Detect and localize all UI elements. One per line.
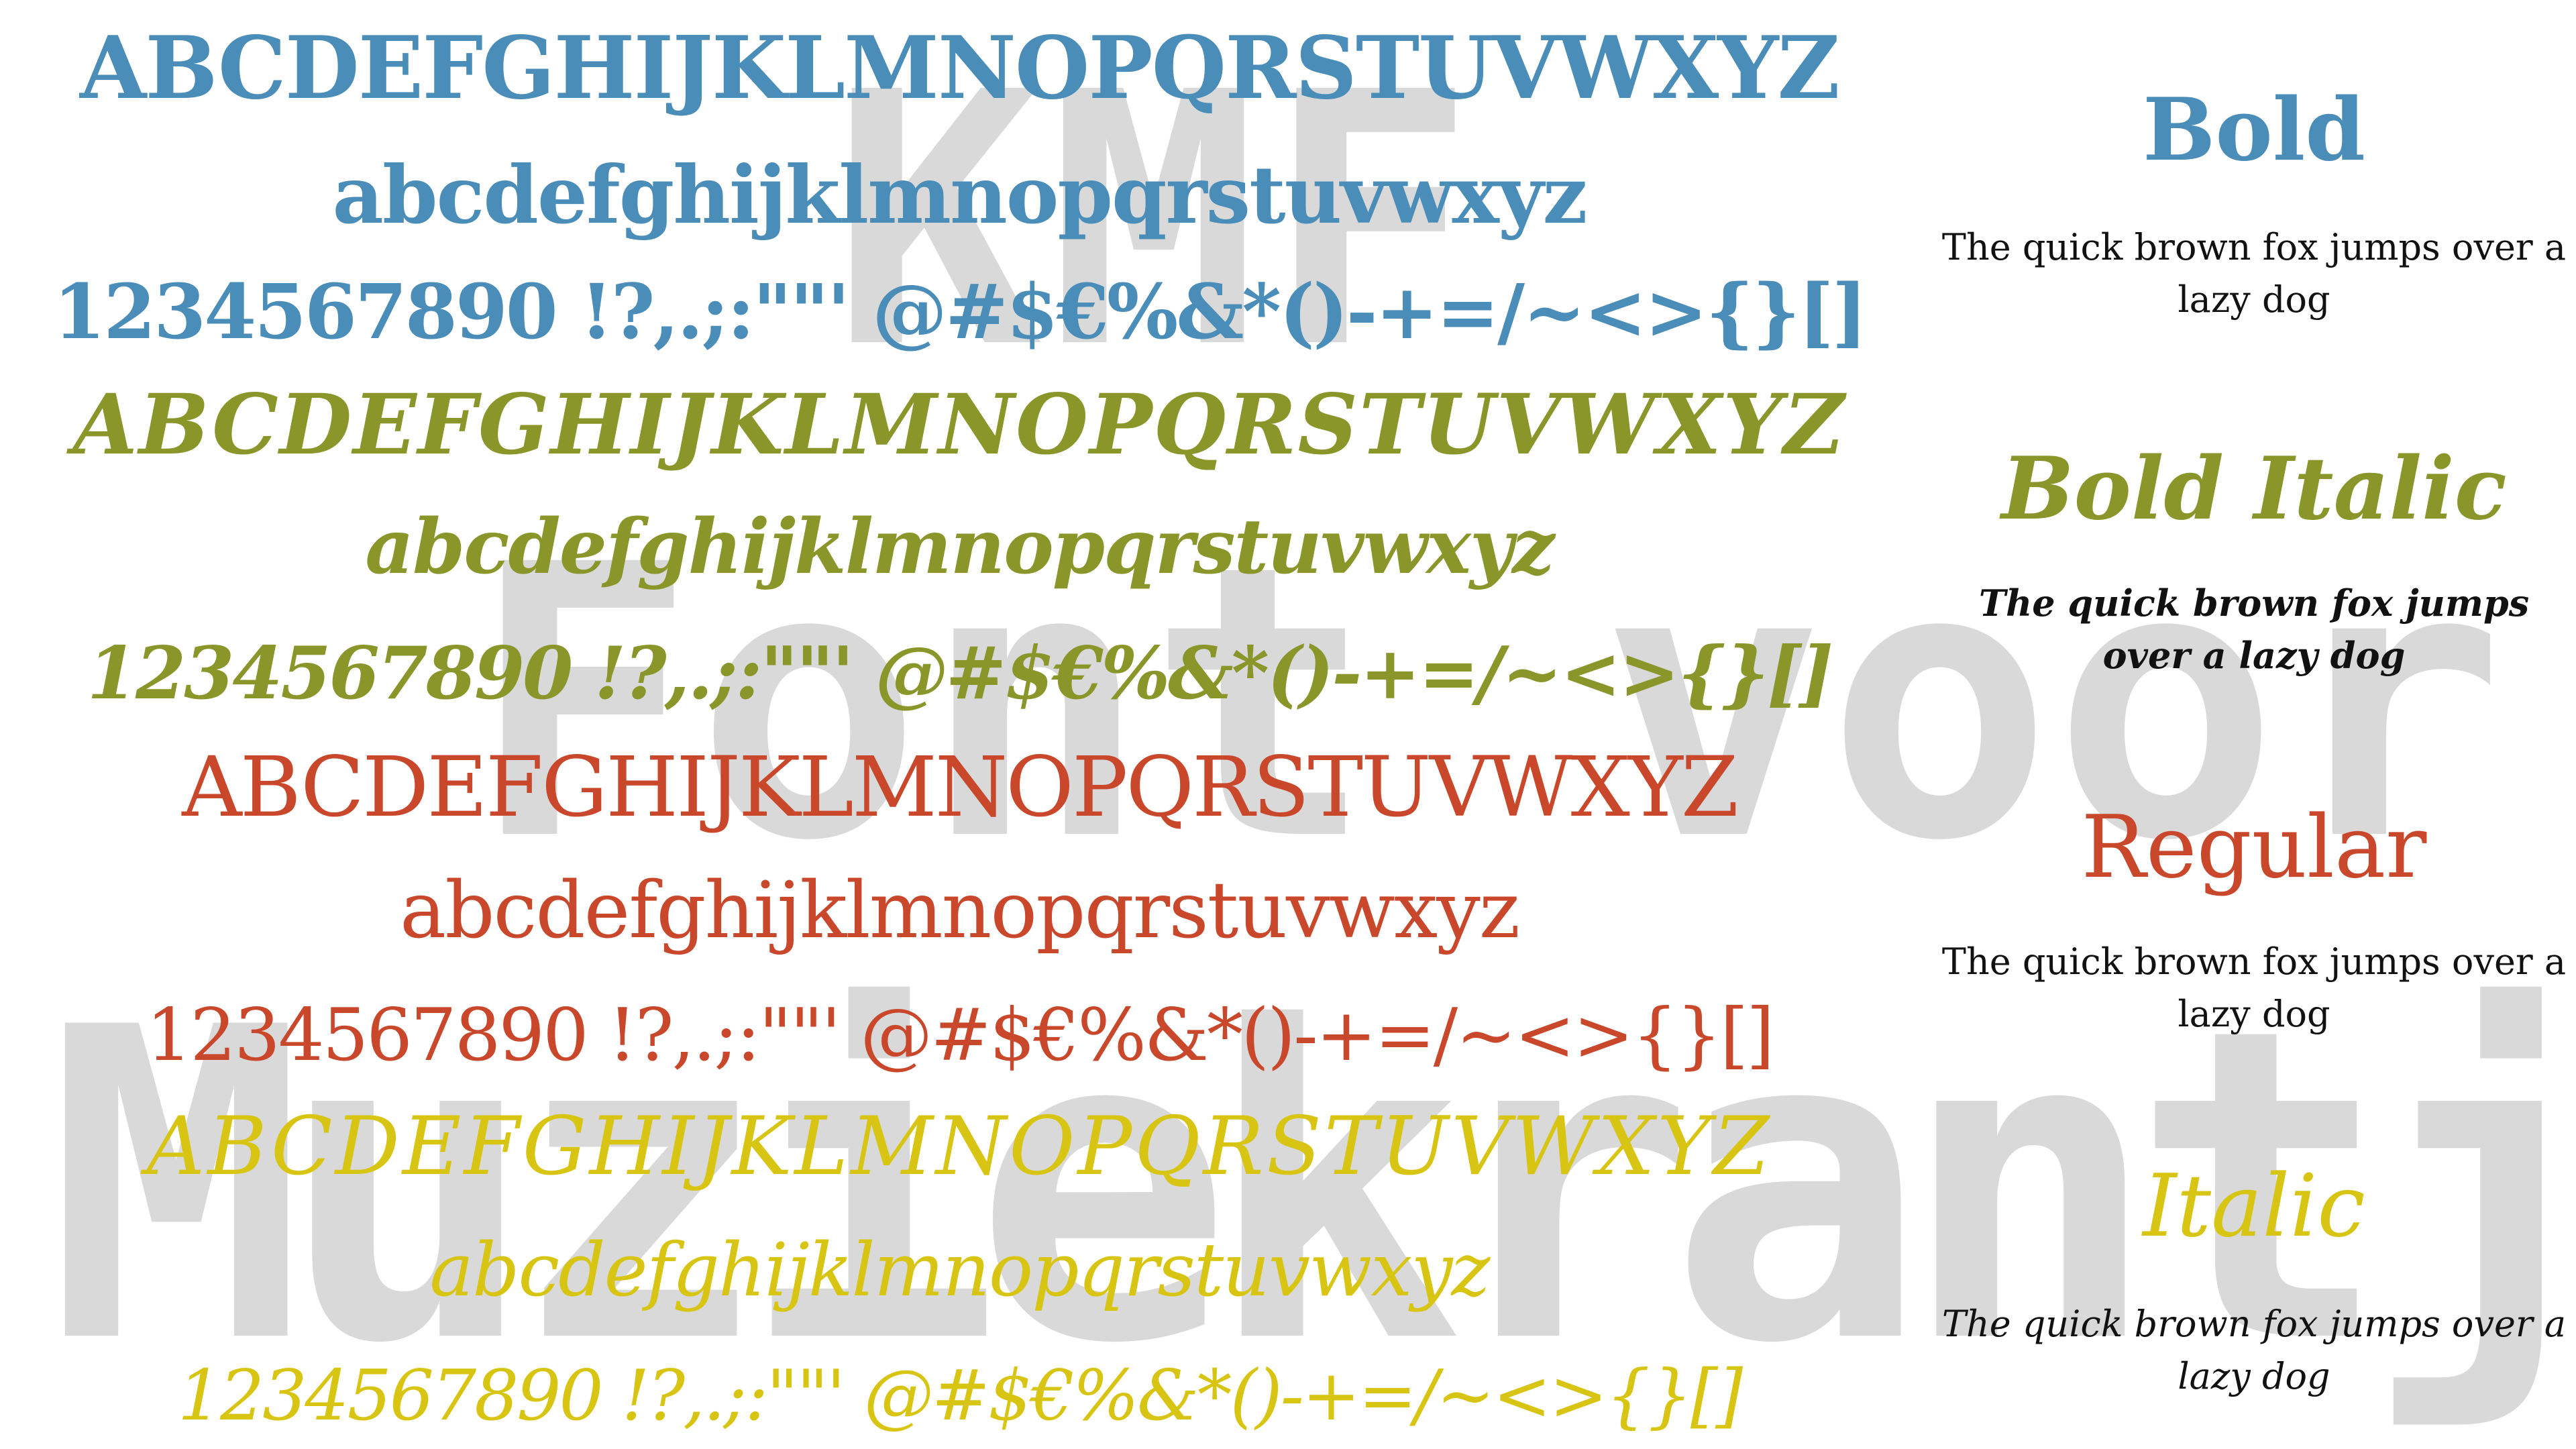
- regular-uppercase-specimen: ABCDEFGHIJKLMNOPQRSTUVWXYZ: [182, 739, 1739, 836]
- font-specimen-sheet: KMF Font voor Muziekrantje ABCDEFGHIJKLM…: [0, 0, 2576, 1449]
- pangram-italic: The quick brown fox jumps over a lazy do…: [1941, 1303, 2567, 1397]
- bold-italic-figures-specimen: 1234567890 !?,.;:""' @#$€%&*()-+=/~<>{}[…: [87, 631, 1833, 716]
- style-title-bold: Bold: [2143, 80, 2365, 180]
- italic-lowercase-specimen: abcdefghijklmnopqrstuvwxyz: [429, 1227, 1491, 1313]
- bold-figures-specimen: 1234567890 !?,.;:""' @#$€%&*()-+=/~<>{}[…: [53, 268, 1867, 356]
- style-title-bold-italic: Bold Italic: [2001, 439, 2507, 539]
- bold-uppercase-specimen: ABCDEFGHIJKLMNOPQRSTUVWXYZ: [80, 18, 1840, 119]
- regular-lowercase-specimen: abcdefghijklmnopqrstuvwxyz: [400, 865, 1520, 956]
- bold-italic-uppercase-specimen: ABCDEFGHIJKLMNOPQRSTUVWXYZ: [72, 376, 1846, 474]
- bold-lowercase-specimen: abcdefghijklmnopqrstuvwxyz: [332, 148, 1588, 241]
- italic-figures-specimen: 1234567890 !?,.;:""' @#$€%&*()-+=/~<>{}[…: [177, 1354, 1743, 1436]
- style-title-italic: Italic: [2143, 1157, 2365, 1256]
- pangram-bold-italic: The quick brown fox jumps over a lazy do…: [1978, 582, 2530, 677]
- style-title-regular: Regular: [2081, 798, 2427, 898]
- italic-uppercase-specimen: ABCDEFGHIJKLMNOPQRSTUVWXYZ: [146, 1100, 1772, 1193]
- regular-figures-specimen: 1234567890 !?,.;:""' @#$€%&*()-+=/~<>{}[…: [146, 994, 1775, 1077]
- bold-italic-lowercase-specimen: abcdefghijklmnopqrstuvwxyz: [365, 503, 1554, 591]
- pangram-bold: The quick brown fox jumps over a lazy do…: [1941, 226, 2567, 321]
- pangram-regular: The quick brown fox jumps over a lazy do…: [1941, 941, 2567, 1035]
